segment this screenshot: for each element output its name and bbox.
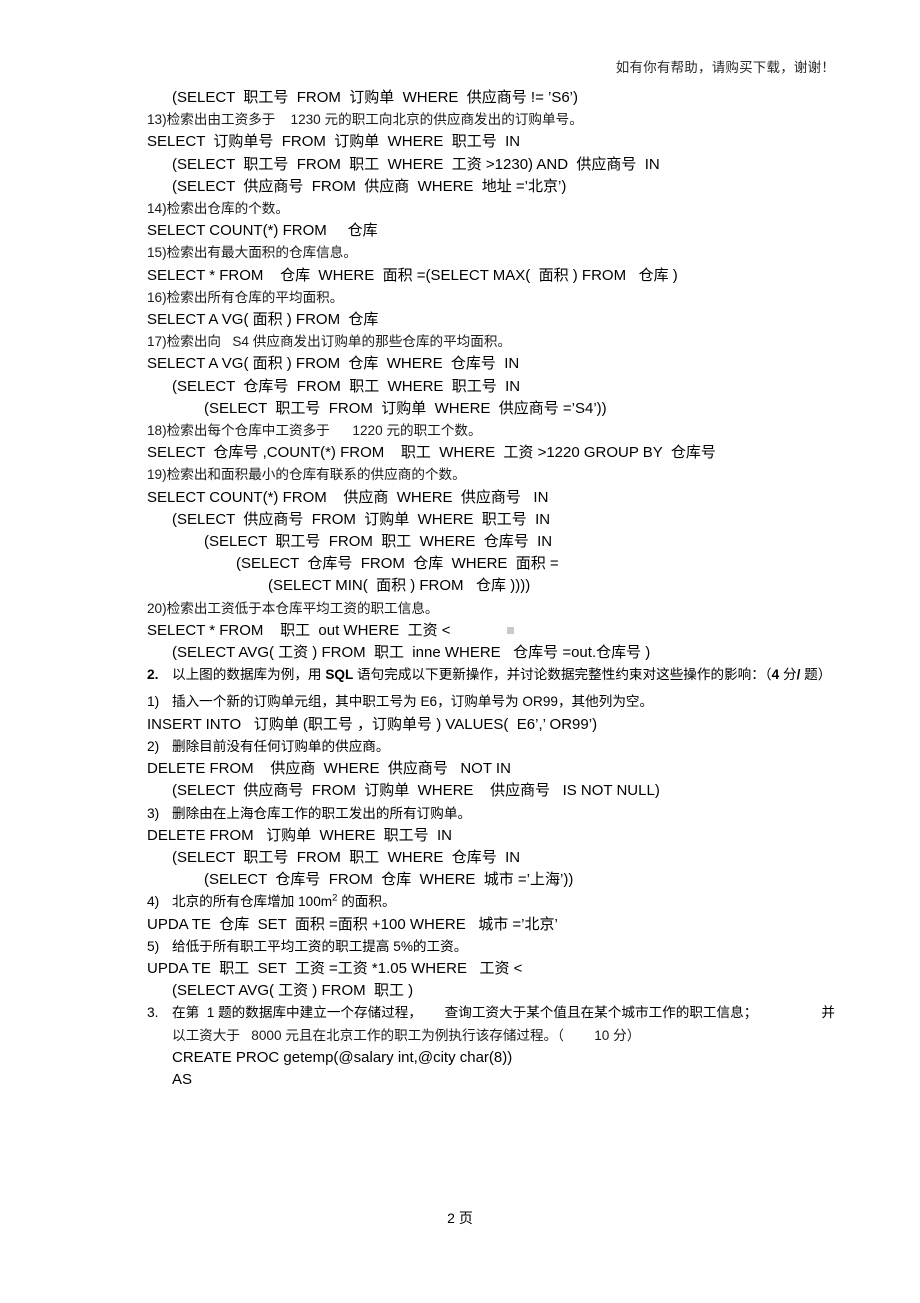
question-2-sub-5-item: 5) 给低于所有职工平均工资的职工提高 5%的工资。 xyxy=(147,936,835,958)
sql-line-delete-order-3: (SELECT 仓库号 FROM 仓库 WHERE 城市 =’上海’)) xyxy=(204,871,574,889)
sql-line-q17-2: (SELECT 仓库号 FROM 职工 WHERE 职工号 IN xyxy=(172,377,521,395)
sql-line-q20-1-text: SELECT * FROM 职工 out WHERE 工资 < xyxy=(147,621,451,639)
question-2-text-d: 题） xyxy=(800,667,832,683)
question-2-text-c: 分 xyxy=(779,667,797,683)
sql-line-q20-1: SELECT * FROM 职工 out WHERE 工资 < xyxy=(147,620,835,642)
question-2-sub-2-marker: 2) xyxy=(147,738,160,754)
question-3-marker: 3. xyxy=(147,1005,159,1021)
sql-line-as-keyword: AS xyxy=(172,1070,193,1088)
sql-line-q13-3: (SELECT 供应商号 FROM 供应商 WHERE 地址 =’北京’) xyxy=(172,177,567,195)
question-2-sub-1-item: 1) 插入一个新的订购单元组，其中职工号为 E6，订购单号为 OR99，其他列为… xyxy=(147,691,835,713)
page-content: 如有你有帮助，请购买下载，谢谢！ (SELECT 职工号 FROM 订购单 WH… xyxy=(147,58,835,1091)
question-2-sub-2-description: 删除目前没有任何订购单的供应商。 xyxy=(172,738,390,754)
question-3-text: 在第 1 题的数据库中建立一个存储过程， 查询工资大于某个值且在某个城市工作的职… xyxy=(172,1002,835,1046)
question-20-description: 20)检索出工资低于本仓库平均工资的职工信息。 xyxy=(147,600,439,616)
question-13-description: 13)检索出由工资多于 1230 元的职工向北京的供应商发出的订购单号。 xyxy=(147,112,583,128)
document-header-notice: 如有你有帮助，请购买下载，谢谢！ xyxy=(615,60,835,75)
sql-line-q17-1: SELECT A VG( 面积 ) FROM 仓库 WHERE 仓库号 IN xyxy=(147,355,520,373)
sql-line-insert-1: INSERT INTO 订购单 (职工号 ，订购单号 ) VALUES( E6’… xyxy=(147,715,598,733)
sql-line-q15-1: SELECT * FROM 仓库 WHERE 面积 =(SELECT MAX( … xyxy=(147,266,678,284)
sql-line-delete-order-2: (SELECT 职工号 FROM 职工 WHERE 仓库号 IN xyxy=(172,848,521,866)
question-2-marker: 2. xyxy=(147,667,159,683)
sql-line-delete-supplier-2: (SELECT 供应商号 FROM 订购单 WHERE 供应商号 IS NOT … xyxy=(172,782,660,800)
document-page: 如有你有帮助，请购买下载，谢谢！ (SELECT 职工号 FROM 订购单 WH… xyxy=(0,0,920,1303)
question-2-text: 以上图的数据库为例，用 SQL 语句完成以下更新操作，并讨论数据完整性约束对这些… xyxy=(172,664,835,686)
question-2-text-b: 语句完成以下更新操作，并讨论数据完整性约束对这些操作的影响：（ xyxy=(353,667,772,683)
question-2-item: 2. 以上图的数据库为例，用 SQL 语句完成以下更新操作，并讨论数据完整性约束… xyxy=(147,664,835,686)
question-2-text-a: 以上图的数据库为例，用 xyxy=(172,667,326,683)
sql-line-create-proc: CREATE PROC getemp(@salary int,@city cha… xyxy=(172,1048,513,1066)
sql-line-delete-supplier-1: DELETE FROM 供应商 WHERE 供应商号 NOT IN xyxy=(147,760,511,778)
question-3-item: 3. 在第 1 题的数据库中建立一个存储过程， 查询工资大于某个值且在某个城市工… xyxy=(147,1002,835,1046)
sql-line-update-salary-2: (SELECT AVG( 工资 ) FROM 职工 ) xyxy=(172,982,414,1000)
sql-line-update-warehouse-1: UPDA TE 仓库 SET 面积 =面积 +100 WHERE 城市 =’北京… xyxy=(147,915,558,933)
sql-line-delete-order-1: DELETE FROM 订购单 WHERE 职工号 IN xyxy=(147,826,453,844)
question-17-description: 17)检索出向 S4 供应商发出订购单的那些仓库的平均面积。 xyxy=(147,334,512,350)
question-2-keyword-sql: SQL xyxy=(325,667,354,683)
sql-line-q19-2: (SELECT 供应商号 FROM 订购单 WHERE 职工号 IN xyxy=(172,510,551,528)
sql-line-update-salary-1: UPDA TE 职工 SET 工资 =工资 *1.05 WHERE 工资 < xyxy=(147,959,523,977)
question-19-description: 19)检索出和面积最小的仓库有联系的供应商的个数。 xyxy=(147,467,466,483)
question-2-sub-1-marker: 1) xyxy=(147,694,160,710)
question-3-line-1-tail: 并 xyxy=(821,1005,835,1021)
sql-line-q19-4: (SELECT 仓库号 FROM 仓库 WHERE 面积 = xyxy=(236,555,559,573)
sql-line-q19-3: (SELECT 职工号 FROM 职工 WHERE 仓库号 IN xyxy=(204,533,553,551)
question-2-sub-2-item: 2) 删除目前没有任何订购单的供应商。 xyxy=(147,736,835,758)
page-footer: 2 页 xyxy=(0,1208,920,1228)
question-2-sub-3-item: 3) 删除由在上海仓库工作的职工发出的所有订购单。 xyxy=(147,803,835,825)
question-2-sub-5-description: 给低于所有职工平均工资的职工提高 5%的工资。 xyxy=(172,938,468,954)
question-3-line-1-text: 在第 1 题的数据库中建立一个存储过程， 查询工资大于某个值且在某个城市工作的职… xyxy=(172,1005,758,1021)
question-2-sub-1-description: 插入一个新的订购单元组，其中职工号为 E6，订购单号为 OR99，其他列为空。 xyxy=(172,694,654,710)
question-16-description: 16)检索出所有仓库的平均面积。 xyxy=(147,289,344,305)
sql-line-q19-1: SELECT COUNT(*) FROM 供应商 WHERE 供应商号 IN xyxy=(147,488,549,506)
stray-mark-artifact xyxy=(506,627,514,635)
question-2-sub-3-description: 删除由在上海仓库工作的职工发出的所有订购单。 xyxy=(172,805,472,821)
page-number-label: 2 页 xyxy=(447,1210,473,1226)
question-18-description: 18)检索出每个仓库中工资多于 1220 元的职工个数。 xyxy=(147,423,482,439)
sql-line-q19-5: (SELECT MIN( 面积 ) FROM 仓库 )))) xyxy=(268,577,531,595)
question-2-sub-3-marker: 3) xyxy=(147,805,160,821)
question-2-sub-4-marker: 4) xyxy=(147,894,160,910)
sql-line-q12-tail: (SELECT 职工号 FROM 订购单 WHERE 供应商号 != ’S6’) xyxy=(172,89,579,106)
sql-line-q14-1: SELECT COUNT(*) FROM 仓库 xyxy=(147,222,378,240)
sql-line-q18-1: SELECT 仓库号 ,COUNT(*) FROM 职工 WHERE 工资 >1… xyxy=(147,444,716,462)
sql-line-q16-1: SELECT A VG( 面积 ) FROM 仓库 xyxy=(147,311,379,329)
question-2-sub-5-marker: 5) xyxy=(147,938,160,954)
question-3-line-2: 以工资大于 8000 元且在北京工作的职工为例执行该存储过程。（ 10 分） xyxy=(172,1027,641,1043)
question-15-description: 15)检索出有最大面积的仓库信息。 xyxy=(147,245,357,261)
question-2-sub-4-description: 北京的所有仓库增加 100m2 的面积。 xyxy=(172,891,835,913)
question-14-description: 14)检索出仓库的个数。 xyxy=(147,201,289,217)
question-2-sub-4-text-b: 的面积。 xyxy=(337,894,396,910)
question-2-sub-4-text-a: 北京的所有仓库增加 100m xyxy=(172,894,333,910)
sql-line-q13-2: (SELECT 职工号 FROM 职工 WHERE 工资 >1230) AND … xyxy=(172,155,660,173)
sql-line-q17-3: (SELECT 职工号 FROM 订购单 WHERE 供应商号 =’S4’)) xyxy=(204,399,607,417)
sql-line-q13-1: SELECT 订购单号 FROM 订购单 WHERE 职工号 IN xyxy=(147,133,521,151)
question-2-sub-4-item: 4) 北京的所有仓库增加 100m2 的面积。 xyxy=(147,891,835,913)
question-3-line-1: 在第 1 题的数据库中建立一个存储过程， 查询工资大于某个值且在某个城市工作的职… xyxy=(172,1002,835,1024)
sql-line-q20-2: (SELECT AVG( 工资 ) FROM 职工 inne WHERE 仓库号… xyxy=(172,644,651,662)
